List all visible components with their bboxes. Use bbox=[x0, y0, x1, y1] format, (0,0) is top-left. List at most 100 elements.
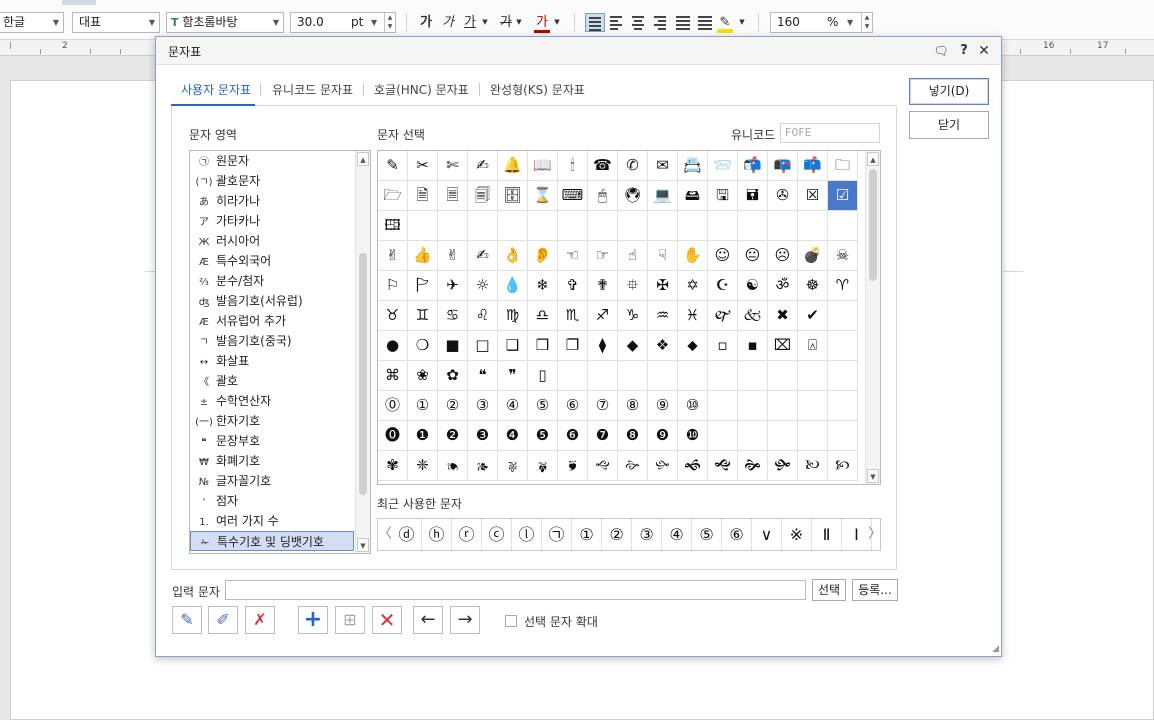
glyph-cell[interactable]: ⑧ bbox=[618, 391, 648, 421]
list-item[interactable]: № 글자꼴기호 bbox=[190, 471, 354, 491]
glyph-cell[interactable] bbox=[678, 211, 708, 241]
glyph-cell[interactable]: ✎ bbox=[378, 151, 408, 181]
arrow-right-icon[interactable]: → bbox=[450, 606, 480, 634]
glyph-cell[interactable]: ❀ bbox=[408, 361, 438, 391]
glyph-cell[interactable]: ✔ bbox=[798, 301, 828, 331]
list-item[interactable]: 《 괄호 bbox=[190, 371, 354, 391]
list-item[interactable]: Ж 러시아어 bbox=[190, 231, 354, 251]
glyph-cell[interactable]: ⌨ bbox=[558, 181, 588, 211]
glyph-cell[interactable] bbox=[558, 361, 588, 391]
glyph-cell[interactable]: ■ bbox=[438, 331, 468, 361]
glyph-cell[interactable]: 🙘 bbox=[558, 451, 588, 481]
recent-glyph-cell[interactable]: ※ bbox=[782, 519, 812, 550]
glyph-cell[interactable]: ❸ bbox=[468, 421, 498, 451]
glyph-cell[interactable]: ✿ bbox=[438, 361, 468, 391]
recent-characters[interactable]: 〈 ⓓ ⓗ ⓡ ⓒ ⓛ ㉠ ① ② ③ ④ ⑤ ⑥ ∨ ※ Ⅱ Ⅰ 〉 bbox=[377, 518, 881, 551]
list-item[interactable]: ₩ 화폐기호 bbox=[190, 451, 354, 471]
glyph-cell[interactable]: 🖲 bbox=[618, 181, 648, 211]
glyph-cell[interactable]: ☪ bbox=[708, 271, 738, 301]
expand-checkbox[interactable] bbox=[505, 615, 517, 627]
underline-button[interactable]: 가 bbox=[462, 12, 478, 33]
glyph-cell[interactable]: ④ bbox=[498, 391, 528, 421]
tab-hnc-charmap[interactable]: 호글(HNC) 문자표 bbox=[374, 81, 469, 98]
glyph-cell[interactable]: ❾ bbox=[648, 421, 678, 451]
glyph-cell[interactable]: ☞ bbox=[588, 241, 618, 271]
glyph-cell[interactable]: ☸ bbox=[798, 271, 828, 301]
glyph-cell[interactable]: 🙡 bbox=[828, 451, 858, 481]
align-justify-button[interactable] bbox=[585, 13, 605, 32]
glyph-cell[interactable]: 🗁 bbox=[378, 181, 408, 211]
glyph-cell[interactable]: 😐 bbox=[738, 241, 768, 271]
glyph-cell[interactable]: 💣 bbox=[798, 241, 828, 271]
glyph-cell[interactable] bbox=[828, 361, 858, 391]
glyph-cell[interactable]: ❄ bbox=[528, 271, 558, 301]
glyph-cell[interactable] bbox=[678, 361, 708, 391]
glyph-cell[interactable]: 🗎 bbox=[408, 181, 438, 211]
glyph-cell[interactable]: ③ bbox=[468, 391, 498, 421]
recent-glyph-cell[interactable]: ④ bbox=[662, 519, 692, 550]
glyph-cell[interactable]: 💻 bbox=[648, 181, 678, 211]
glyph-cell[interactable]: ❷ bbox=[438, 421, 468, 451]
glyph-cell[interactable] bbox=[618, 211, 648, 241]
glyph-cell[interactable]: ❍ bbox=[408, 331, 438, 361]
recent-glyph-cell[interactable]: ⓗ bbox=[422, 519, 452, 550]
delete-icon[interactable]: ✕ bbox=[372, 606, 402, 634]
glyph-cell[interactable]: ⌘ bbox=[378, 361, 408, 391]
glyph-cell[interactable]: ✾ bbox=[378, 451, 408, 481]
glyph-cell[interactable]: ♈ bbox=[828, 271, 858, 301]
align-center-button[interactable] bbox=[629, 13, 649, 32]
glyph-cell[interactable] bbox=[798, 391, 828, 421]
recent-glyph-cell[interactable]: ⑥ bbox=[722, 519, 752, 550]
add-icon[interactable]: + bbox=[298, 606, 328, 634]
glyph-cell[interactable]: ✇ bbox=[768, 181, 798, 211]
glyph-cell[interactable] bbox=[738, 391, 768, 421]
glyph-cell[interactable]: 🗏 bbox=[438, 181, 468, 211]
glyph-cell[interactable]: 📨 bbox=[708, 151, 738, 181]
list-item[interactable]: Æ 서유럽어 추가 bbox=[190, 311, 354, 331]
glyph-cell[interactable]: ⑤ bbox=[528, 391, 558, 421]
glyph-cell[interactable]: ❿ bbox=[678, 421, 708, 451]
recent-glyph-cell[interactable]: ㉠ bbox=[542, 519, 572, 550]
glyph-cell[interactable]: 🙠 bbox=[798, 451, 828, 481]
add-user-charmap-icon[interactable]: ✎ bbox=[172, 606, 202, 634]
glyph-cell[interactable] bbox=[468, 211, 498, 241]
glyph-cell[interactable]: ❻ bbox=[558, 421, 588, 451]
distribute-button[interactable] bbox=[673, 13, 693, 32]
glyph-cell[interactable]: ♐ bbox=[588, 301, 618, 331]
chevron-down-icon[interactable]: ▼ bbox=[514, 12, 524, 33]
list-item[interactable]: ㄱ 발음기호(중국) bbox=[190, 331, 354, 351]
glyph-cell[interactable]: ❶ bbox=[408, 421, 438, 451]
glyph-cell[interactable]: ✠ bbox=[648, 271, 678, 301]
glyph-cell[interactable]: 🗐 bbox=[468, 181, 498, 211]
glyph-cell[interactable]: ☎ bbox=[588, 151, 618, 181]
glyph-cell[interactable]: 📫 bbox=[798, 151, 828, 181]
glyph-cell[interactable] bbox=[798, 211, 828, 241]
glyph-cell[interactable] bbox=[648, 211, 678, 241]
glyph-cell[interactable]: 🙕 bbox=[468, 451, 498, 481]
glyph-cell[interactable]: 🙰 bbox=[708, 301, 738, 331]
glyph-cell[interactable]: 🙖 bbox=[498, 451, 528, 481]
glyph-cell[interactable]: 🙝 bbox=[708, 451, 738, 481]
glyph-cell[interactable]: ♉ bbox=[378, 301, 408, 331]
list-item[interactable]: ± 수학연산자 bbox=[190, 391, 354, 411]
glyph-cell[interactable]: ⯐ bbox=[618, 271, 648, 301]
list-item[interactable]: あ 히라가나 bbox=[190, 191, 354, 211]
line-spacing-field[interactable]: 160 % ▼ ▲ ▼ bbox=[770, 12, 873, 33]
scroll-thumb[interactable] bbox=[359, 253, 367, 495]
glyph-cell[interactable]: ✌ bbox=[378, 241, 408, 271]
scroll-up-icon[interactable]: ▲ bbox=[867, 152, 879, 166]
font-size-spinner[interactable]: ▲ ▼ bbox=[384, 13, 395, 32]
glyph-cell[interactable]: 🖽 bbox=[378, 211, 408, 241]
glyph-cell[interactable]: ◆ bbox=[618, 331, 648, 361]
glyph-cell[interactable] bbox=[438, 211, 468, 241]
glyph-cell[interactable]: 🙞 bbox=[738, 451, 768, 481]
glyph-cell[interactable]: 🙵 bbox=[738, 301, 768, 331]
list-item[interactable]: ア 가타카나 bbox=[190, 211, 354, 231]
glyph-cell[interactable]: ✂ bbox=[408, 151, 438, 181]
glyph-cell[interactable]: 🙚 bbox=[618, 451, 648, 481]
list-item[interactable]: Æ 특수외국어 bbox=[190, 251, 354, 271]
character-grid[interactable]: ✎ ✂ ✄ ✍ 🔔 📖 🕯 ☎ ✆ ✉ 📇 📨 📬 📭 📫 🗀 🗁 🗎 🗏 🗐 🗄 ⌛ ⌨ 🖱 🖲 💻 🖴 🖫 🖬 ✇ ☒ ☑ 🖽 ✌ 👍 ✌ ✍ 👌 👂 ☜… bbox=[377, 150, 881, 485]
glyph-cell[interactable]: ⑨ bbox=[648, 391, 678, 421]
glyph-cell[interactable]: ❒ bbox=[528, 331, 558, 361]
glyph-cell[interactable]: ☜ bbox=[558, 241, 588, 271]
